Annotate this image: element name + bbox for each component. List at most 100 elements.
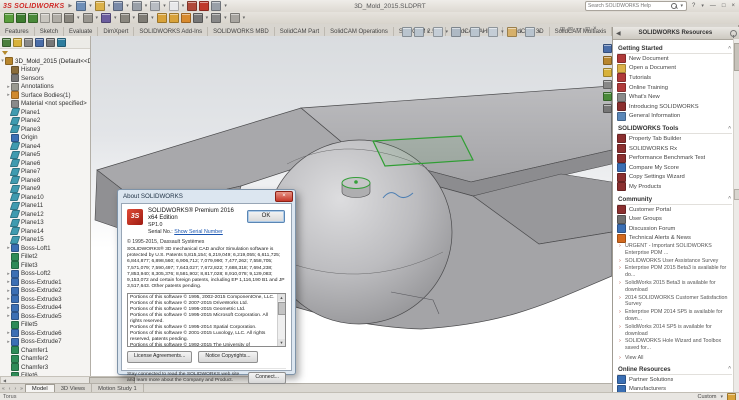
tree-item-sensors[interactable]: Sensors <box>0 74 90 83</box>
solidcam-tree-icon[interactable] <box>16 13 26 23</box>
dropdown-caret-icon[interactable]: ▾ <box>501 29 504 35</box>
simulate-icon[interactable] <box>169 13 179 23</box>
restore-button[interactable]: □ <box>720 2 728 10</box>
tool-table-icon[interactable] <box>101 13 111 23</box>
tree-item-fillet3[interactable]: Fillet3 <box>0 261 90 270</box>
tree-item-plane1[interactable]: Plane1 <box>0 108 90 117</box>
dropdown-caret-icon[interactable]: ▾ <box>224 3 227 9</box>
search-caret-icon[interactable]: ▾ <box>680 3 683 9</box>
dropdown-caret-icon[interactable]: ▾ <box>206 15 209 21</box>
help-docs-icon[interactable] <box>230 13 240 23</box>
select-icon[interactable] <box>169 1 179 11</box>
tree-item-boss-loft1[interactable]: ▸Boss-Loft1 <box>0 244 90 253</box>
help-button[interactable]: ? <box>690 2 697 10</box>
stock-icon[interactable] <box>52 13 62 23</box>
tree-item-annotations[interactable]: ▸Annotations <box>0 83 90 92</box>
news-item[interactable]: ›Enterprise PDM 2015 Beta3 is available … <box>619 265 732 279</box>
listbox-scroll-thumb[interactable] <box>278 302 286 315</box>
tree-item-origin[interactable]: Origin <box>0 134 90 143</box>
operations-icon[interactable] <box>83 13 93 23</box>
dropdown-caret-icon[interactable]: ▾ <box>126 3 129 9</box>
collapse-chevron-icon[interactable]: ^ <box>728 196 731 202</box>
connect-button[interactable]: Connect... <box>248 372 286 384</box>
tree-item-boss-extrude7[interactable]: ▸Boss-Extrude7 <box>0 338 90 347</box>
notice-copyrights-button[interactable]: Notice Copyrights... <box>198 351 257 363</box>
tree-item-chamfer3[interactable]: Chamfer3 <box>0 363 90 372</box>
dropdown-caret-icon[interactable]: ▾ <box>114 15 117 21</box>
tree-item-boss-extrude6[interactable]: ▸Boss-Extrude6 <box>0 329 90 338</box>
tree-item-plane9[interactable]: Plane9 <box>0 185 90 194</box>
scrollbar-grip[interactable] <box>734 189 739 200</box>
tree-item-boss-loft2[interactable]: ▸Boss-Loft2 <box>0 270 90 279</box>
pane-item-customer-portal[interactable]: Customer Portal <box>617 205 732 215</box>
pane-item-manufacturers[interactable]: Manufacturers <box>617 384 732 392</box>
propertymanager-icon[interactable] <box>13 38 22 47</box>
zoom-area-icon[interactable] <box>414 27 424 37</box>
dropdown-caret-icon[interactable]: ▾ <box>483 29 486 35</box>
menu-flyout-icon[interactable]: ▶ <box>68 3 72 9</box>
tree-root-item[interactable]: ▾3D_Mold_2015 (Default<<Default>_Dis <box>0 57 90 66</box>
rebuild-icon[interactable] <box>187 1 197 11</box>
doc-restore-button[interactable]: ⊡ <box>585 26 590 33</box>
news-item[interactable]: ›SolidWorks 2015 Beta3 is available for … <box>619 280 732 294</box>
scrollbar-thumb[interactable] <box>734 43 739 71</box>
dropdown-caret-icon[interactable]: ▾ <box>77 15 80 21</box>
search-input[interactable] <box>588 3 669 9</box>
news-item[interactable]: ›SolidWorks 2014 SP5 is available for do… <box>619 324 732 338</box>
news-item[interactable]: ›SOLIDWORKS Hole Wizard and Toolbox save… <box>619 338 732 352</box>
dropdown-caret-icon[interactable]: ▾ <box>224 15 227 21</box>
tree-item-boss-extrude2[interactable]: ▸Boss-Extrude2 <box>0 287 90 296</box>
pane-item-user-groups[interactable]: User Groups <box>617 214 732 224</box>
pane-item-online-training[interactable]: Online Training <box>617 83 732 93</box>
pane-item-property-tab-builder[interactable]: Property Tab Builder <box>617 134 732 144</box>
tree-item-chamfer1[interactable]: Chamfer1 <box>0 346 90 355</box>
displaymanager-icon[interactable] <box>46 38 55 47</box>
pane-item-copy-settings-wizard[interactable]: Copy Settings Wizard <box>617 173 732 183</box>
coordinate-system-icon[interactable] <box>40 13 50 23</box>
pane-item-partner-solutions[interactable]: Partner Solutions <box>617 375 732 385</box>
dropdown-caret-icon[interactable]: ▾ <box>427 29 430 35</box>
pane-item-new-document[interactable]: New Document <box>617 54 732 64</box>
tree-item-plane14[interactable]: Plane14 <box>0 227 90 236</box>
collapse-pane-icon[interactable]: ◀ <box>616 30 621 37</box>
hide-show-items-icon[interactable] <box>488 27 498 37</box>
zoom-caret-icon[interactable]: ▾ <box>720 394 723 400</box>
display-style-icon[interactable] <box>470 27 480 37</box>
open-document-icon[interactable] <box>95 1 105 11</box>
tree-item-plane3[interactable]: Plane3 <box>0 125 90 134</box>
dropdown-caret-icon[interactable]: ▾ <box>182 3 185 9</box>
dialog-close-button[interactable]: × <box>275 191 293 202</box>
pane-item-general-information[interactable]: General Information <box>617 112 732 122</box>
dimxpertmanager-icon[interactable] <box>35 38 44 47</box>
dropdown-caret-icon[interactable]: ▾ <box>520 29 523 35</box>
edit-appearance-icon[interactable] <box>507 27 517 37</box>
view-orientation-icon[interactable] <box>451 27 461 37</box>
help-caret-icon[interactable]: ▾ <box>701 3 704 9</box>
tab-sketch[interactable]: Sketch <box>35 27 64 36</box>
tree-item-plane12[interactable]: Plane12 <box>0 210 90 219</box>
dropdown-caret-icon[interactable]: ▾ <box>446 29 449 35</box>
file-explorer-tab-icon[interactable] <box>603 68 612 77</box>
doc-cascade-button[interactable]: ⊟ <box>568 26 573 33</box>
notices-listbox[interactable]: Portions of this software © 1995, 2002-2… <box>127 293 286 347</box>
listbox-scrollbar[interactable]: ▲ ▼ <box>277 294 285 346</box>
search-box[interactable]: ▾ <box>585 1 687 11</box>
tab-solidworks-mbd[interactable]: SOLIDWORKS MBD <box>208 27 275 36</box>
dropdown-caret-icon[interactable]: ▾ <box>163 3 166 9</box>
pane-item-technical-alerts-news[interactable]: Technical Alerts & News <box>617 234 732 244</box>
collapse-chevron-icon[interactable]: ^ <box>728 126 731 132</box>
minimize-button[interactable]: — <box>708 2 718 10</box>
close-button[interactable]: × <box>729 2 737 10</box>
tree-item-boss-extrude1[interactable]: ▸Boss-Extrude1 <box>0 278 90 287</box>
tab-solidcam-operations[interactable]: SolidCAM Operations <box>325 27 394 36</box>
tree-item-plane6[interactable]: Plane6 <box>0 159 90 168</box>
pin-icon[interactable] <box>730 30 737 37</box>
tree-item-chamfer2[interactable]: Chamfer2 <box>0 355 90 364</box>
pane-item-introducing-solidworks[interactable]: Introducing SOLIDWORKS <box>617 102 732 112</box>
save-icon[interactable] <box>113 1 123 11</box>
tree-item-boss-extrude3[interactable]: ▸Boss-Extrude3 <box>0 295 90 304</box>
pane-item-my-products[interactable]: My Products <box>617 182 732 192</box>
file-properties-icon[interactable] <box>199 1 209 11</box>
show-serial-link[interactable]: Show Serial Number <box>174 229 223 235</box>
tab-evaluate[interactable]: Evaluate <box>64 27 98 36</box>
